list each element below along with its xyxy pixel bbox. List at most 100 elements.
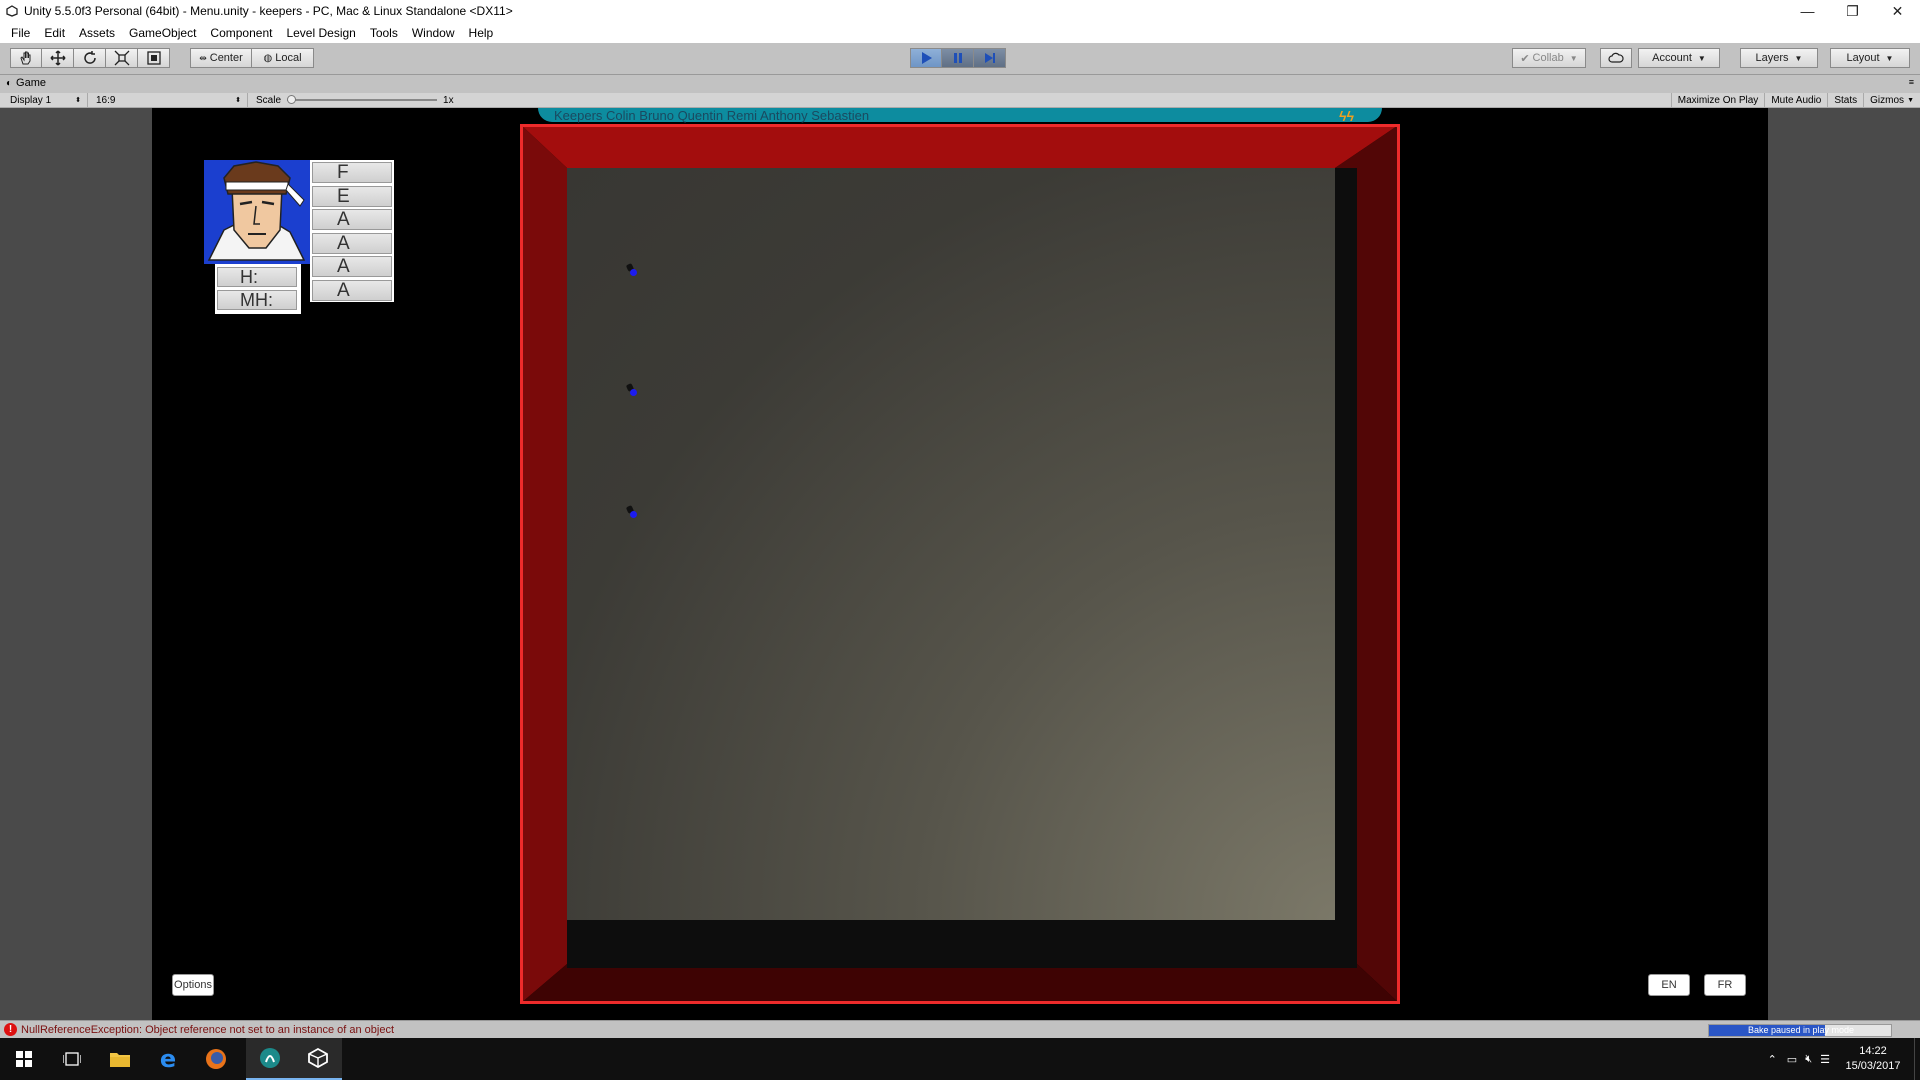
status-bar[interactable]: ! NullReferenceException: Object referen… <box>0 1020 1920 1038</box>
step-button[interactable] <box>974 48 1006 68</box>
speaker-muted-icon[interactable]: 🔇︎ <box>1805 1053 1812 1066</box>
cloud-button[interactable] <box>1600 48 1632 68</box>
account-dropdown[interactable]: Account ▼ <box>1638 48 1720 68</box>
pivot-icon: ⇹ <box>199 52 207 63</box>
task-view-icon <box>63 1052 81 1066</box>
menu-tools[interactable]: Tools <box>363 26 405 40</box>
system-tray: ⌃ ▭ 🔇︎ ☰ 14:22 15/03/2017 <box>1768 1038 1920 1080</box>
menu-assets[interactable]: Assets <box>72 26 122 40</box>
scale-slider[interactable] <box>287 95 438 104</box>
taskbar-clock[interactable]: 14:22 15/03/2017 <box>1838 1044 1908 1074</box>
window-title: Unity 5.5.0f3 Personal (64bit) - Menu.un… <box>24 4 513 18</box>
collab-dropdown[interactable]: ✔ Collab ▼ <box>1512 48 1586 68</box>
pause-button[interactable] <box>942 48 974 68</box>
pivot-local-button[interactable]: ◍ Local <box>252 48 314 68</box>
notification-icon[interactable]: ☰ <box>1820 1053 1830 1066</box>
app-leaf-icon <box>260 1048 280 1068</box>
move-icon <box>49 50 66 66</box>
firefox-icon <box>206 1049 226 1069</box>
aspect-dropdown[interactable]: 16:9 ⬍ <box>88 92 248 108</box>
menu-help[interactable]: Help <box>462 26 501 40</box>
play-icon <box>922 52 932 64</box>
layers-label: Layers <box>1755 52 1789 64</box>
stat-slot[interactable]: A <box>312 209 392 230</box>
lang-fr-button[interactable]: FR <box>1704 974 1746 996</box>
scale-tool-button[interactable] <box>106 48 138 68</box>
chevron-updown-icon: ⬍ <box>75 97 81 104</box>
arena-frame-border <box>520 124 1400 1004</box>
menu-component[interactable]: Component <box>203 26 279 40</box>
rect-tool-button[interactable] <box>138 48 170 68</box>
layers-dropdown[interactable]: Layers ▼ <box>1740 48 1818 68</box>
taskbar-edge[interactable]: e <box>144 1038 192 1080</box>
restore-button[interactable]: ❐ <box>1830 0 1875 22</box>
space-label: Local <box>275 52 302 64</box>
pivot-label: Center <box>209 52 243 64</box>
lang-en-button[interactable]: EN <box>1648 974 1690 996</box>
account-controls: Account ▼ <box>1638 48 1720 68</box>
close-button[interactable]: ✕ <box>1875 0 1920 22</box>
main-toolbar: ⇹ Center ◍ Local ✔ Collab ▼ Account ▼ La… <box>0 43 1920 75</box>
stat-slot[interactable]: E <box>312 185 392 207</box>
stat-slot[interactable]: F <box>312 162 392 183</box>
taskbar-file-explorer[interactable] <box>96 1038 144 1080</box>
taskbar-unity[interactable] <box>294 1038 342 1080</box>
rotate-tool-button[interactable] <box>74 48 106 68</box>
error-icon: ! <box>4 1023 17 1036</box>
game-view[interactable]: Keepers Colin Bruno Quentin Remi Anthony… <box>152 108 1768 1020</box>
menu-level-design[interactable]: Level Design <box>279 26 362 40</box>
chevron-down-icon: ▼ <box>1907 97 1914 104</box>
gizmos-label: Gizmos <box>1870 95 1905 106</box>
clock-time: 14:22 <box>1859 1045 1887 1057</box>
maximize-on-play-toggle[interactable]: Maximize On Play <box>1670 93 1766 108</box>
title-bar: Unity 5.5.0f3 Personal (64bit) - Menu.un… <box>0 0 1920 22</box>
game-area: Keepers Colin Bruno Quentin Remi Anthony… <box>0 108 1920 1020</box>
layout-dropdown[interactable]: Layout ▼ <box>1830 48 1910 68</box>
taskbar-app-running[interactable] <box>246 1038 294 1080</box>
game-controller-icon: ◐ <box>6 77 13 89</box>
console-error-message[interactable]: NullReferenceException: Object reference… <box>21 1024 394 1036</box>
chevron-down-icon: ▼ <box>1885 53 1894 63</box>
start-button[interactable] <box>0 1038 48 1080</box>
task-view-button[interactable] <box>48 1038 96 1080</box>
game-view-toggles: Maximize On Play Mute Audio Stats Gizmos… <box>1670 93 1920 108</box>
pivot-controls: ⇹ Center ◍ Local <box>190 48 314 68</box>
stat-slot[interactable]: A <box>312 232 392 254</box>
gizmos-dropdown[interactable]: Gizmos ▼ <box>1864 93 1920 108</box>
menu-file[interactable]: File <box>4 26 37 40</box>
window-controls: — ❐ ✕ <box>1785 0 1920 22</box>
health-field: H: <box>217 267 297 287</box>
clock-date: 15/03/2017 <box>1845 1060 1901 1072</box>
character-portrait[interactable] <box>204 160 310 264</box>
minimize-button[interactable]: — <box>1785 0 1830 22</box>
menu-gameobject[interactable]: GameObject <box>122 26 203 40</box>
chevron-updown-icon: ⬍ <box>235 97 241 104</box>
collab-controls: ✔ Collab ▼ <box>1512 48 1586 68</box>
mute-audio-toggle[interactable]: Mute Audio <box>1765 93 1829 108</box>
menu-edit[interactable]: Edit <box>37 26 72 40</box>
display-dropdown[interactable]: Display 1 ⬍ <box>0 92 88 108</box>
play-button[interactable] <box>910 48 942 68</box>
stats-toggle[interactable]: Stats <box>1828 93 1865 108</box>
options-button[interactable]: Options <box>172 974 214 996</box>
move-tool-button[interactable] <box>42 48 74 68</box>
show-desktop-button[interactable] <box>1914 1038 1920 1080</box>
arena-frame <box>520 124 1400 1004</box>
cloud-controls <box>1600 48 1632 68</box>
stat-slot[interactable]: A <box>312 256 392 277</box>
game-tab-row: ◐ Game ≡ <box>0 75 1920 93</box>
step-icon <box>984 53 995 63</box>
network-icon[interactable]: ▭ <box>1787 1053 1797 1066</box>
scale-label: Scale <box>256 94 282 106</box>
taskbar-firefox[interactable] <box>192 1038 240 1080</box>
pivot-center-button[interactable]: ⇹ Center <box>190 48 252 68</box>
chevron-up-icon[interactable]: ⌃ <box>1768 1053 1777 1066</box>
game-tab-label: Game <box>16 77 47 89</box>
menu-window[interactable]: Window <box>405 26 462 40</box>
stat-slot[interactable]: A <box>312 279 392 301</box>
stats-panel: F E A A A A <box>310 160 394 302</box>
hand-tool-button[interactable] <box>10 48 42 68</box>
panel-menu-icon[interactable]: ≡ <box>1909 77 1914 87</box>
scale-slider-thumb[interactable] <box>287 95 297 104</box>
tab-game[interactable]: ◐ Game <box>6 77 46 89</box>
